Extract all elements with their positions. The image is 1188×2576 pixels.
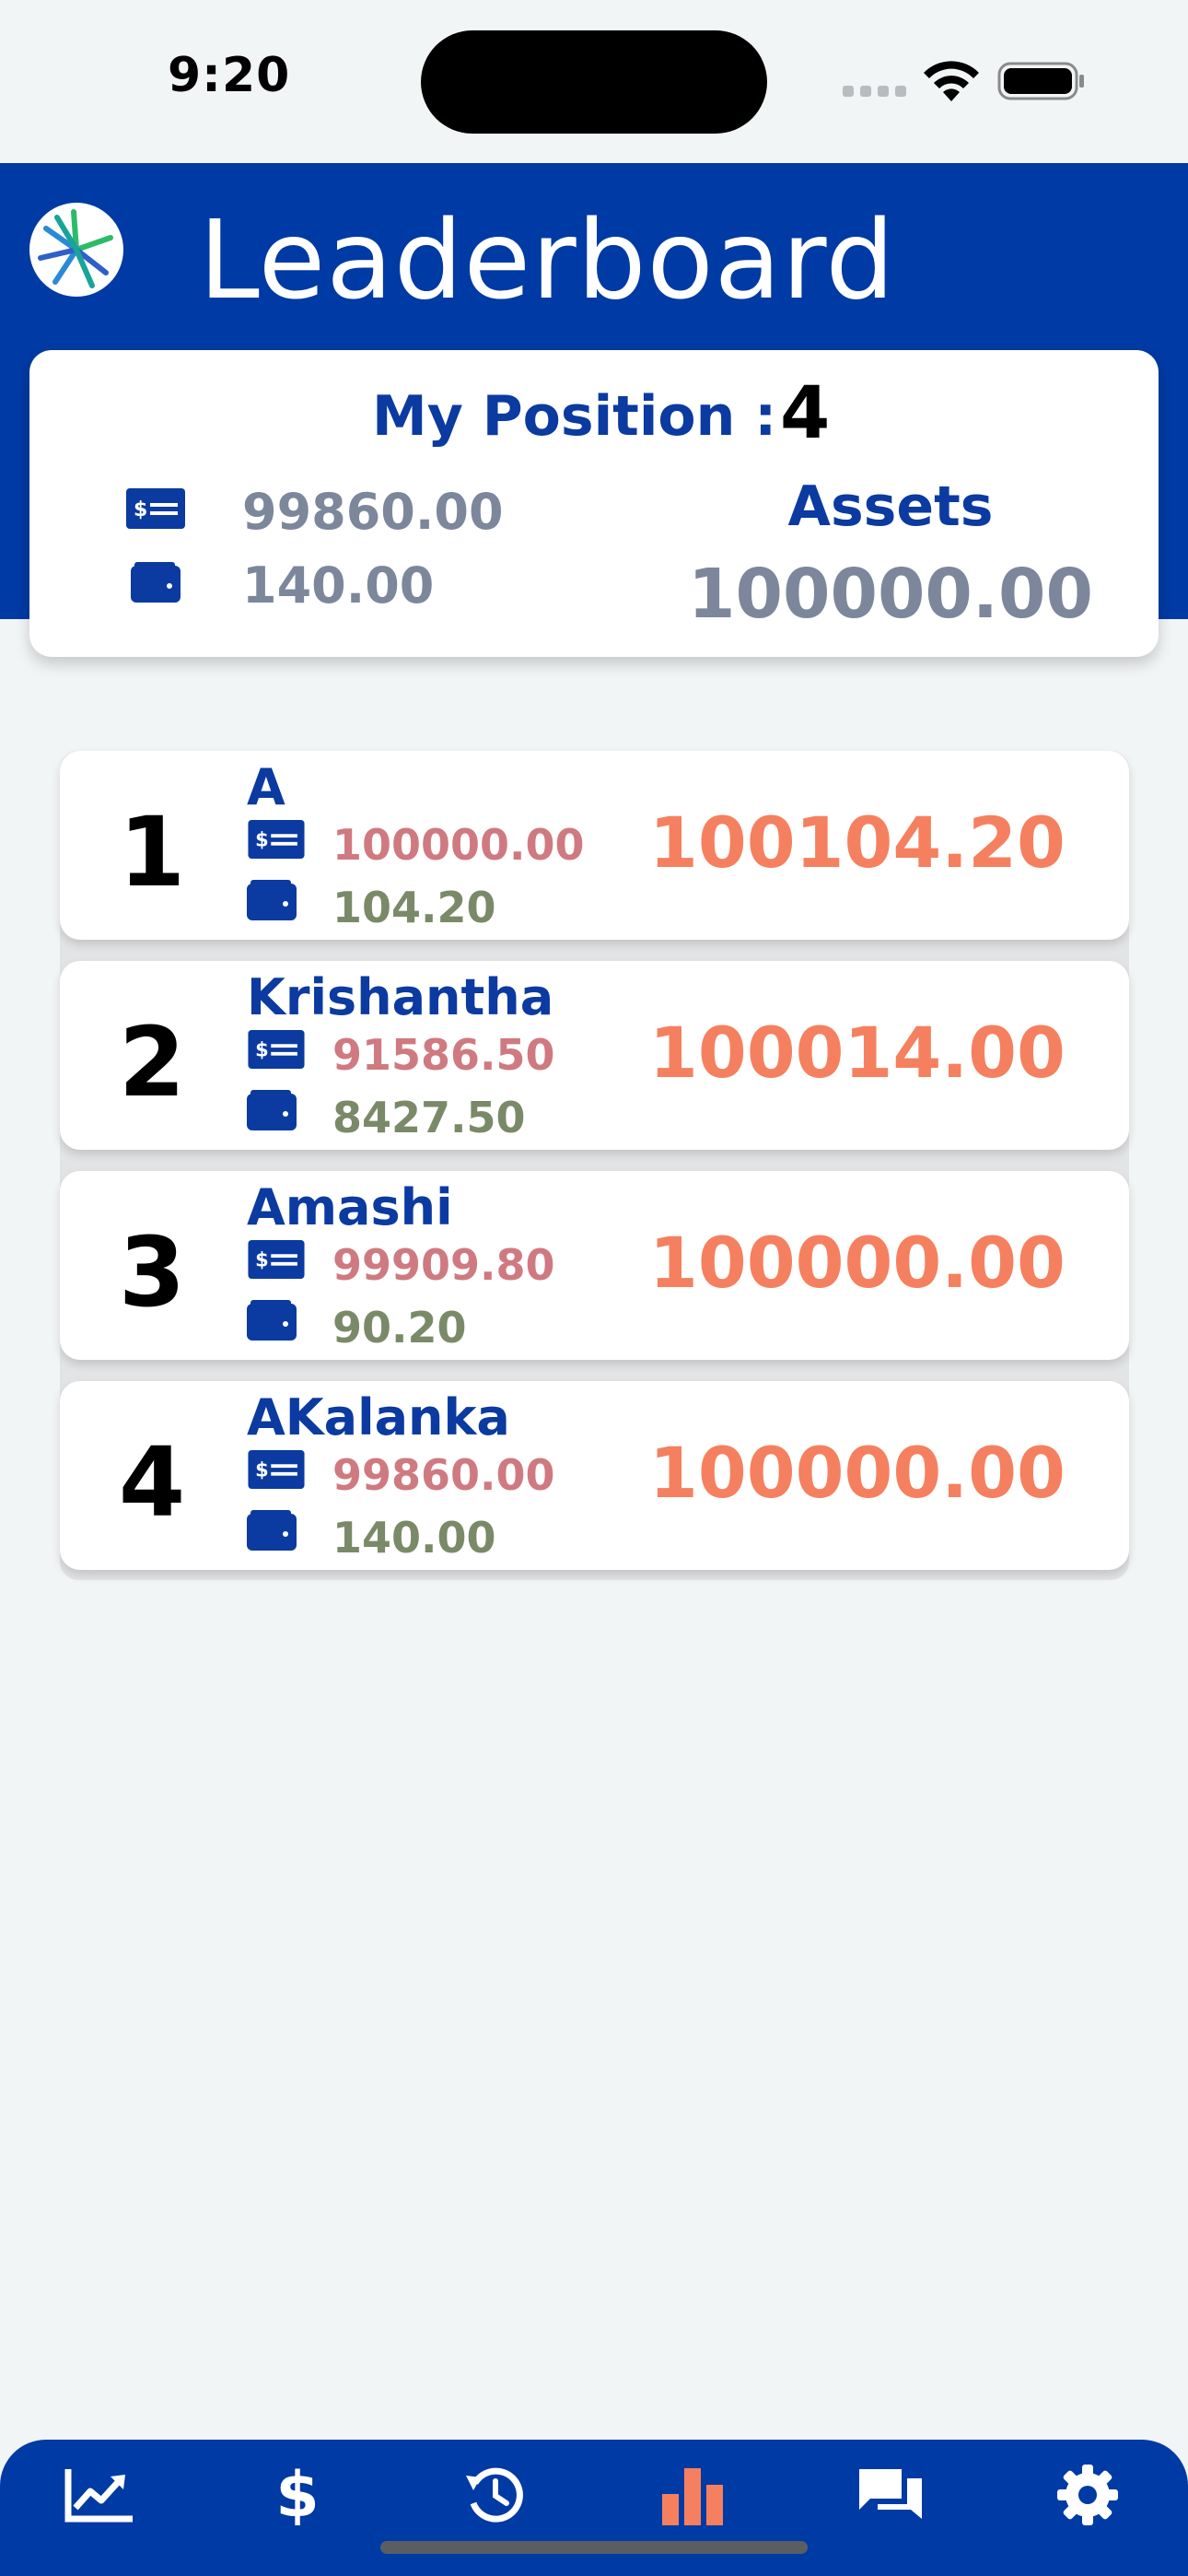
status-time: 9:20	[168, 48, 291, 103]
svg-text:$: $	[255, 829, 269, 851]
my-position-label: My Position :	[372, 384, 777, 449]
cellular-signal-icon	[843, 86, 907, 97]
nav-settings[interactable]	[1046, 2458, 1129, 2532]
cash-icon: $	[248, 820, 305, 859]
nav-chat[interactable]	[849, 2458, 932, 2532]
leaderboard-row[interactable]: 2 Krishantha $ 91586.50 8427.50 100014.0…	[60, 961, 1129, 1150]
cash-value: 99860.00	[332, 1450, 555, 1500]
leaderboard-row[interactable]: 3 Amashi $ 99909.80 90.20 100000.00	[60, 1171, 1129, 1360]
nav-leaderboard[interactable]	[651, 2458, 734, 2532]
cash-value: 99909.80	[332, 1240, 555, 1290]
wallet-icon	[131, 562, 181, 603]
bar-chart-icon	[662, 2468, 723, 2525]
dynamic-island	[421, 30, 767, 134]
svg-text:$: $	[275, 2463, 319, 2527]
home-indicator[interactable]	[380, 2541, 808, 2554]
assets-label: Assets	[787, 474, 994, 539]
chart-line-icon	[64, 2469, 133, 2523]
nav-markets[interactable]	[58, 2458, 141, 2532]
svg-text:$: $	[255, 1039, 269, 1061]
rank: 4	[118, 1426, 186, 1539]
status-bar: 9:20	[0, 0, 1188, 163]
dollar-icon: $	[275, 2463, 319, 2527]
wallet-icon	[247, 1510, 297, 1551]
leaderboard-row[interactable]: 1 A $ 100000.00 104.20 100104.20	[60, 751, 1129, 940]
leaderboard-list[interactable]: 1 A $ 100000.00 104.20 100104.20 2 Krish…	[60, 751, 1129, 1580]
total-assets: 100000.00	[649, 1222, 1066, 1304]
page-title: Leaderboard	[199, 196, 896, 323]
my-wallet-value: 140.00	[242, 556, 435, 615]
total-assets: 100000.00	[649, 1432, 1066, 1514]
assets-value: 100000.00	[687, 555, 1094, 634]
cash-icon: $	[248, 1450, 305, 1489]
gear-icon	[1057, 2465, 1118, 2525]
wallet-value: 8427.50	[332, 1093, 526, 1142]
cash-value: 100000.00	[332, 820, 585, 870]
wifi-icon	[924, 61, 979, 101]
bottom-nav: $	[0, 2440, 1188, 2576]
rank: 1	[118, 796, 186, 908]
cash-icon: $	[126, 488, 185, 529]
player-name: AKalanka	[247, 1388, 510, 1446]
cash-icon: $	[248, 1240, 305, 1279]
player-name: Krishantha	[247, 968, 554, 1026]
cash-icon: $	[248, 1030, 305, 1069]
nav-trade[interactable]: $	[256, 2458, 339, 2532]
my-position-value: 4	[780, 372, 831, 455]
wallet-value: 90.20	[332, 1303, 467, 1352]
total-assets: 100014.00	[649, 1012, 1066, 1094]
svg-text:$: $	[255, 1459, 269, 1481]
my-cash-value: 99860.00	[242, 483, 504, 541]
total-assets: 100104.20	[649, 802, 1066, 884]
app-logo	[29, 203, 123, 297]
leaderboard-row[interactable]: 4 AKalanka $ 99860.00 140.00 100000.00	[60, 1381, 1129, 1570]
rank: 3	[118, 1216, 186, 1329]
svg-text:$: $	[255, 1249, 269, 1271]
rank: 2	[118, 1006, 186, 1118]
my-position-card: My Position : 4 $ 99860.00 140.00 Assets…	[29, 350, 1159, 657]
player-name: Amashi	[247, 1178, 453, 1236]
wallet-icon	[247, 1300, 297, 1341]
svg-text:$: $	[134, 498, 147, 521]
wallet-icon	[247, 880, 297, 920]
battery-icon	[997, 62, 1084, 100]
wallet-icon	[247, 1090, 297, 1130]
nav-history[interactable]	[453, 2458, 536, 2532]
wallet-value: 104.20	[332, 883, 496, 932]
player-name: A	[247, 758, 285, 816]
history-icon	[466, 2467, 523, 2523]
wallet-value: 140.00	[332, 1513, 496, 1563]
cash-value: 91586.50	[332, 1030, 555, 1080]
chat-icon	[859, 2469, 922, 2519]
